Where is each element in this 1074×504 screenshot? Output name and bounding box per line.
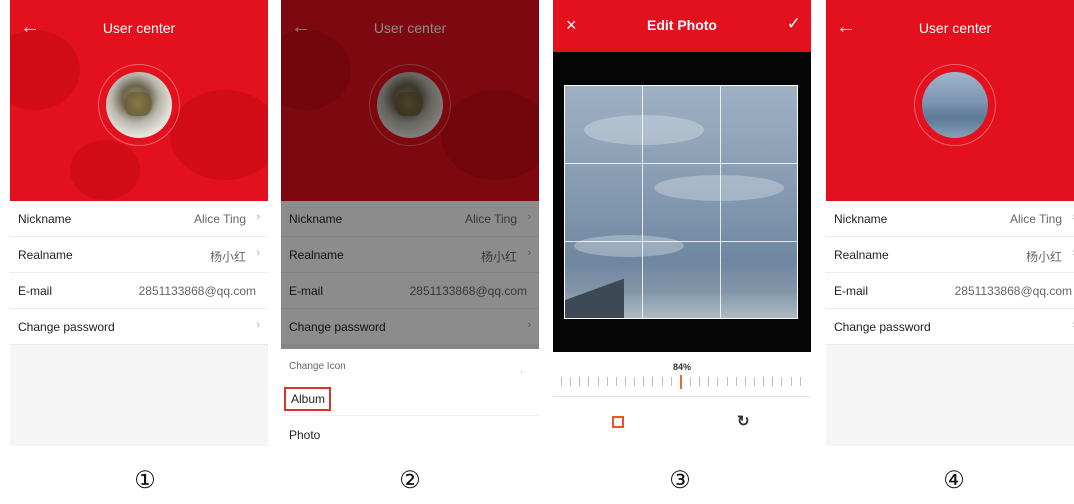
realname-row[interactable]: Realname 杨小红 › xyxy=(10,237,268,273)
nickname-value: Alice Ting xyxy=(193,212,246,226)
edit-title: Edit Photo xyxy=(647,17,717,33)
realname-label: Realname xyxy=(834,248,889,262)
divider xyxy=(553,396,811,397)
crop-frame[interactable] xyxy=(564,85,798,319)
zoom-slider-tick xyxy=(606,377,608,386)
zoom-slider-tick xyxy=(735,377,737,386)
zoom-slider-tick xyxy=(699,377,701,386)
zoom-slider-tick xyxy=(689,377,691,386)
email-value: 2851133868@qq.com xyxy=(138,284,256,298)
album-option[interactable]: Album xyxy=(284,387,331,411)
page-title: User center xyxy=(102,20,176,36)
screen-edit-photo: × Edit Photo ✓ 84% ↻ xyxy=(553,0,811,446)
sheet-dot: · xyxy=(520,367,523,377)
step-label-2: ② xyxy=(399,467,421,494)
zoom-slider-tick xyxy=(634,377,636,386)
zoom-slider-tick xyxy=(579,377,581,386)
zoom-slider-tick xyxy=(744,377,746,386)
change-password-row[interactable]: Change password › xyxy=(10,309,268,345)
realname-row[interactable]: Realname 杨小红 › xyxy=(826,237,1074,273)
nickname-label: Nickname xyxy=(18,212,72,226)
avatar[interactable] xyxy=(106,72,172,138)
profile-list: Nickname Alice Ting › Realname 杨小红 › E-m… xyxy=(10,201,268,345)
crop-area xyxy=(553,52,811,352)
screen-user-center-updated: ← User center Nickname Alice Ting › Real… xyxy=(826,0,1074,446)
email-row: E-mail 2851133868@qq.com xyxy=(826,273,1074,309)
email-value: 2851133868@qq.com xyxy=(954,284,1072,298)
zoom-slider-tick xyxy=(624,377,626,386)
step-label-3: ③ xyxy=(669,467,691,494)
page-title: User center xyxy=(918,20,992,36)
change-password-label: Change password xyxy=(834,320,931,334)
step-label-4: ④ xyxy=(943,467,965,494)
email-row: E-mail 2851133868@qq.com xyxy=(10,273,268,309)
realname-value: 杨小红 xyxy=(1025,250,1062,264)
zoom-slider-tick xyxy=(799,377,801,386)
profile-header: ← User center xyxy=(826,0,1074,201)
realname-label: Realname xyxy=(18,248,73,262)
zoom-slider-tick xyxy=(772,377,774,386)
zoom-slider-tick xyxy=(717,377,719,386)
zoom-slider-tick xyxy=(670,377,672,386)
screen-user-center: ← User center Nickname Alice Ting › Real… xyxy=(10,0,268,446)
chevron-right-icon: › xyxy=(256,211,260,223)
zoom-slider-tick xyxy=(615,377,617,386)
zoom-slider-tick xyxy=(643,377,645,386)
crop-icon[interactable] xyxy=(612,416,624,428)
zoom-slider-tick xyxy=(753,377,755,386)
zoom-slider-tick xyxy=(588,377,590,386)
chevron-right-icon: › xyxy=(256,247,260,259)
nickname-row[interactable]: Nickname Alice Ting › xyxy=(10,201,268,237)
step-label-1: ① xyxy=(134,467,156,494)
email-label: E-mail xyxy=(834,284,869,298)
nickname-row[interactable]: Nickname Alice Ting › xyxy=(826,201,1074,237)
divider xyxy=(281,415,539,416)
change-icon-sheet: Change Icon · Album Photo xyxy=(281,349,539,446)
screen-change-icon-sheet: ← User center Nickname Alice Ting › Real… xyxy=(281,0,539,446)
change-password-label: Change password xyxy=(18,320,115,334)
sheet-title: Change Icon xyxy=(289,361,346,372)
nickname-label: Nickname xyxy=(834,212,888,226)
check-icon[interactable]: ✓ xyxy=(787,14,801,34)
chevron-right-icon: › xyxy=(256,319,260,331)
zoom-slider[interactable] xyxy=(561,375,801,389)
zoom-slider-tick xyxy=(661,377,663,386)
email-label: E-mail xyxy=(18,284,53,298)
zoom-slider-tick xyxy=(790,377,792,386)
zoom-slider-tick xyxy=(708,377,710,386)
photo-option[interactable]: Photo xyxy=(289,428,320,442)
avatar[interactable] xyxy=(922,72,988,138)
zoom-percent: 84% xyxy=(672,362,691,372)
dim-overlay[interactable] xyxy=(281,0,539,349)
zoom-slider-thumb[interactable] xyxy=(679,375,682,389)
zoom-slider-tick xyxy=(597,377,599,386)
zoom-slider-tick xyxy=(561,377,562,386)
profile-header: ← User center xyxy=(10,0,268,201)
zoom-slider-tick xyxy=(652,377,654,386)
edit-toolbar: × Edit Photo ✓ xyxy=(553,0,811,52)
zoom-slider-tick xyxy=(763,377,765,386)
change-password-row[interactable]: Change password › xyxy=(826,309,1074,345)
nickname-value: Alice Ting xyxy=(1009,212,1062,226)
zoom-slider-tick xyxy=(570,377,572,386)
rotate-icon[interactable]: ↻ xyxy=(737,412,750,430)
profile-list: Nickname Alice Ting › Realname 杨小红 › E-m… xyxy=(826,201,1074,345)
realname-value: 杨小红 xyxy=(209,250,246,264)
zoom-slider-tick xyxy=(726,377,728,386)
zoom-slider-tick xyxy=(781,377,783,386)
